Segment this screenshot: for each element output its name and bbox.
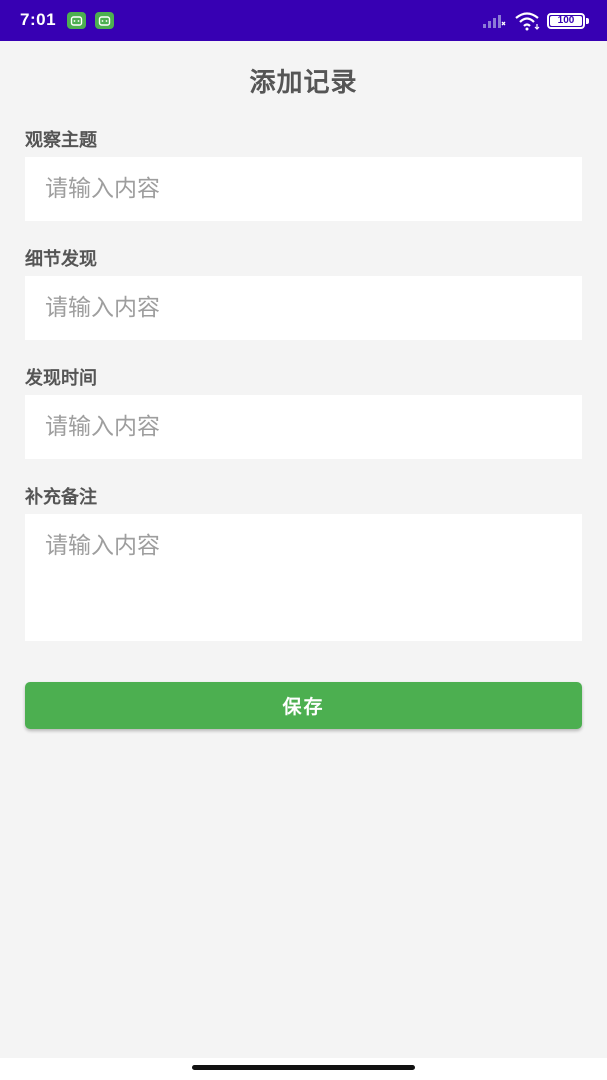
battery-tip: [586, 18, 589, 24]
battery-icon: 100: [547, 13, 585, 29]
status-bar: 7:01 100: [0, 0, 607, 41]
wifi-icon: [515, 12, 540, 31]
battery-level: 100: [550, 16, 582, 26]
home-indicator[interactable]: [192, 1065, 415, 1070]
status-time: 7:01: [20, 10, 57, 29]
detail-findings-input[interactable]: [25, 276, 582, 340]
save-button[interactable]: 保存: [25, 682, 582, 729]
android-notification-icon: [67, 12, 86, 29]
observation-topic-label: 观察主题: [25, 130, 97, 151]
android-notification-icon: [95, 12, 114, 29]
observation-topic-input[interactable]: [25, 157, 582, 221]
detail-findings-label: 细节发现: [25, 249, 97, 270]
discovery-time-input[interactable]: [25, 395, 582, 459]
additional-notes-textarea[interactable]: [25, 514, 582, 641]
additional-notes-label: 补充备注: [25, 487, 97, 508]
discovery-time-label: 发现时间: [25, 368, 97, 389]
signal-icon: [483, 15, 506, 28]
page-title: 添加记录: [249, 68, 358, 98]
